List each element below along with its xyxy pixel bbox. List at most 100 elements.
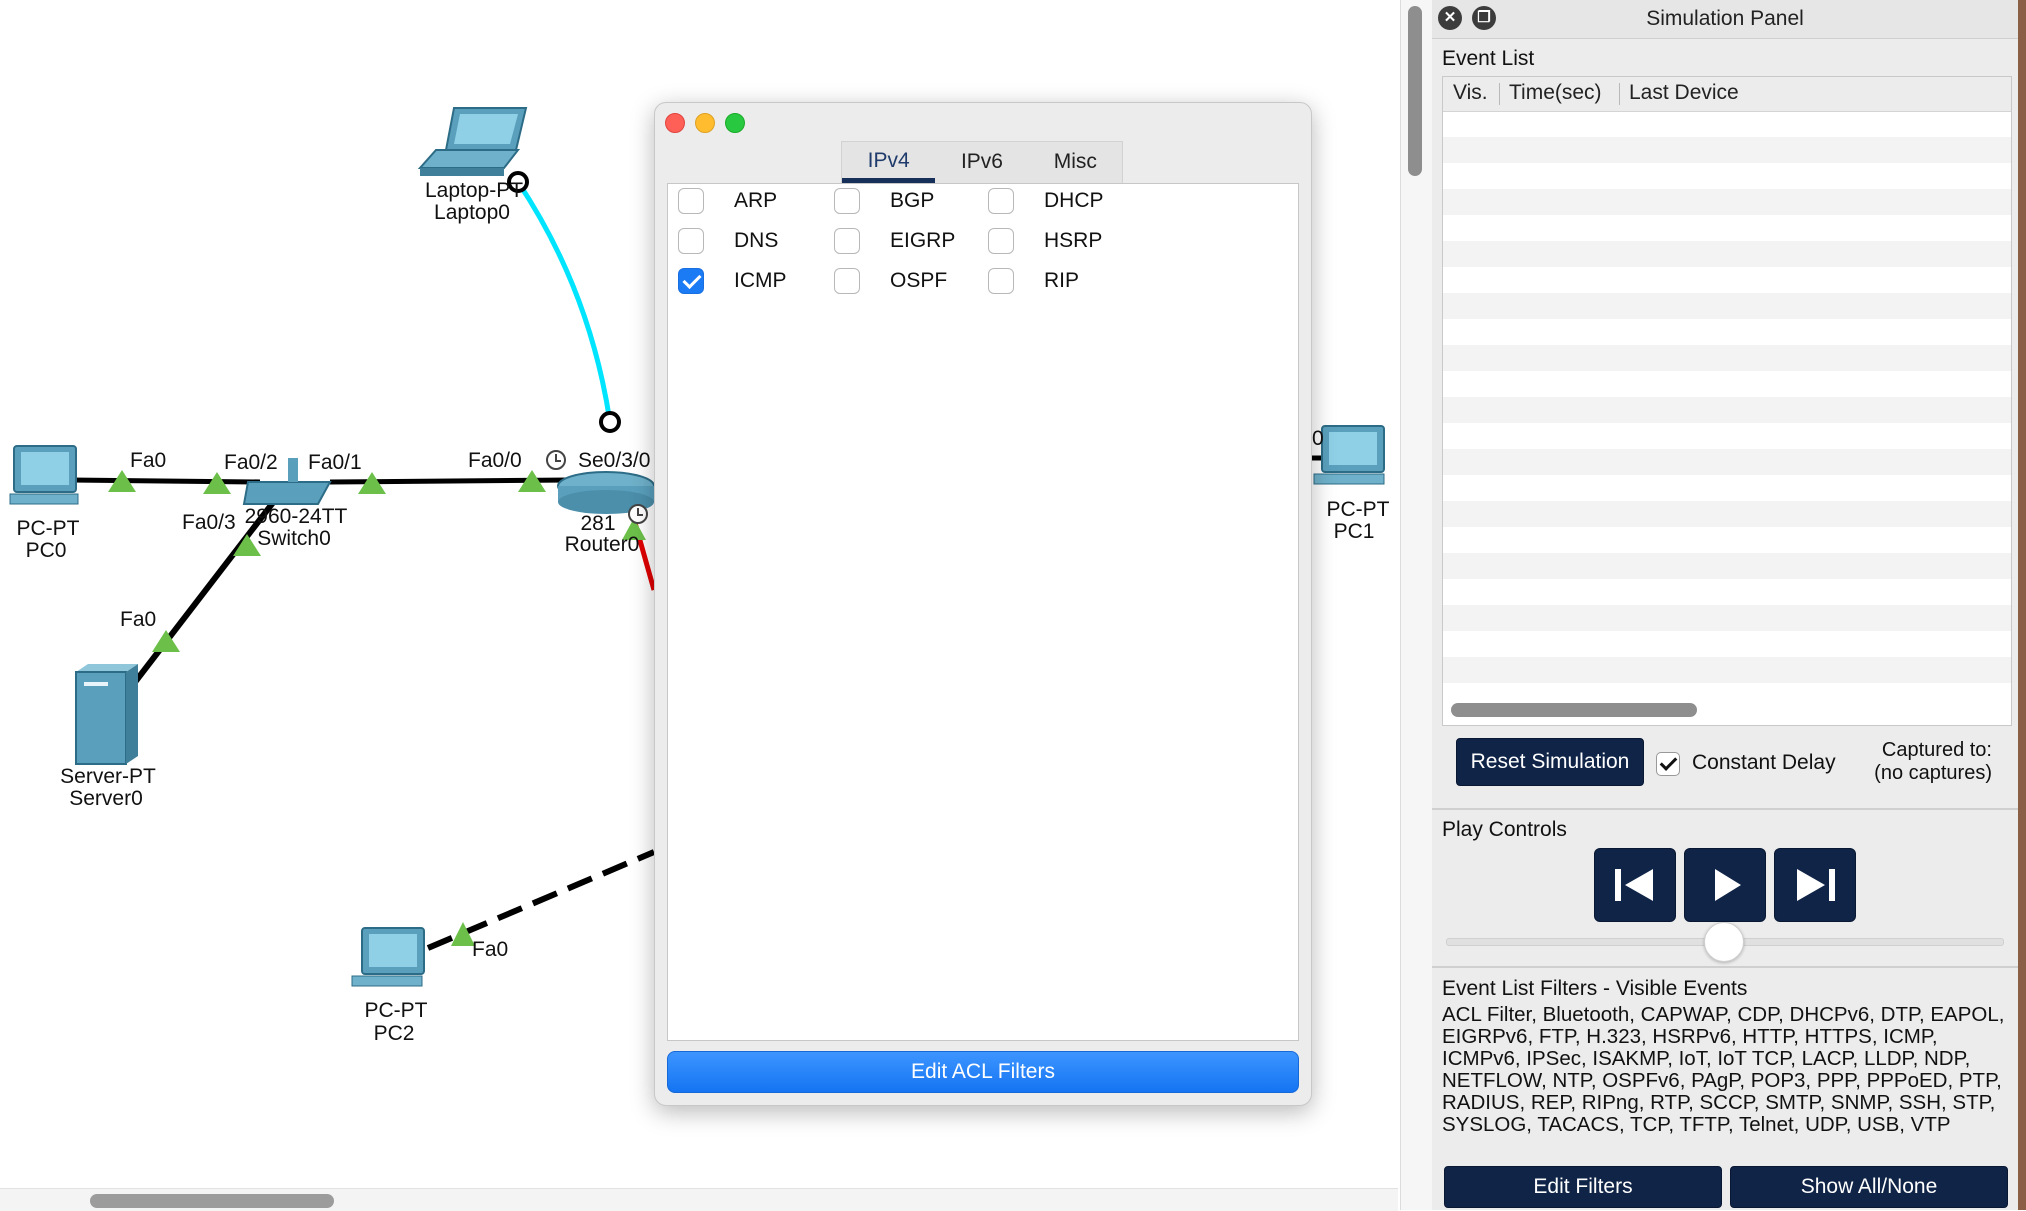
- event-filters-title: Event List Filters - Visible Events: [1442, 977, 1748, 1000]
- protocol-option-dhcp[interactable]: DHCP: [988, 188, 1104, 214]
- link-endpoint-icon: [599, 411, 621, 433]
- simulation-panel-title: Simulation Panel: [1646, 7, 1804, 30]
- rip-checkbox[interactable]: [988, 268, 1014, 294]
- server0-name: Server0: [69, 787, 143, 810]
- event-list-header: Vis. Time(sec) Last Device: [1443, 77, 2011, 112]
- window-minimize-button[interactable]: [695, 113, 715, 133]
- port-label: Fa0/3: [182, 511, 236, 534]
- play-speed-slider-knob[interactable]: [1704, 922, 1744, 962]
- section-divider: [1432, 808, 2018, 810]
- visible-events-list: ACL Filter, Bluetooth, CAPWAP, CDP, DHCP…: [1442, 1003, 2005, 1136]
- link-laptop-router-console[interactable]: [515, 180, 613, 423]
- port-label: Fa0/1: [308, 451, 362, 474]
- column-header-vis[interactable]: Vis.: [1453, 81, 1488, 105]
- arp-checkbox[interactable]: [678, 188, 704, 214]
- link-pc0-switch[interactable]: [69, 477, 261, 485]
- device-server0[interactable]: Server-PT Server0: [60, 664, 156, 810]
- empty-row: [1443, 553, 2011, 579]
- port-label: Fa0/2: [224, 451, 278, 474]
- ospf-checkbox[interactable]: [834, 268, 860, 294]
- event-list-scroll-thumb[interactable]: [1451, 703, 1697, 717]
- tab-ipv6[interactable]: IPv6: [935, 142, 1028, 184]
- device-pc2[interactable]: PC-PT PC2: [351, 927, 428, 1045]
- empty-row: [1443, 397, 2011, 423]
- protocol-option-bgp[interactable]: BGP: [834, 188, 934, 214]
- section-divider: [1432, 966, 2018, 968]
- device-laptop0[interactable]: Laptop-PT Laptop0: [417, 107, 529, 224]
- event-list-table[interactable]: Vis. Time(sec) Last Device: [1442, 76, 2012, 726]
- empty-row: [1443, 605, 2011, 631]
- protocol-checkbox-list: ARP BGP DHCP DNS EIGRP HSRP ICMP OSPF RI…: [667, 183, 1299, 1041]
- protocol-option-arp[interactable]: ARP: [678, 188, 777, 214]
- canvas-vertical-scrollbar[interactable]: [1400, 0, 1434, 1210]
- simulation-panel: ✕ ❐ Simulation Panel Event List Vis. Tim…: [1432, 0, 2018, 1210]
- protocol-filter-dialog: IPv4 IPv6 Misc ARP BGP DHCP DNS EIGRP HS…: [654, 102, 1312, 1106]
- clock-icon: [546, 450, 566, 470]
- empty-row: [1443, 241, 2011, 267]
- port-label: Fa0: [130, 449, 166, 472]
- empty-row: [1443, 657, 2011, 683]
- protocol-option-rip[interactable]: RIP: [988, 268, 1079, 294]
- window-close-button[interactable]: [665, 113, 685, 133]
- edit-acl-filters-button[interactable]: Edit ACL Filters: [667, 1051, 1299, 1093]
- window-maximize-button[interactable]: [725, 113, 745, 133]
- show-all-none-button[interactable]: Show All/None: [1730, 1166, 2008, 1208]
- step-forward-icon: [1797, 869, 1835, 901]
- simulation-panel-titlebar: ✕ ❐ Simulation Panel: [1432, 0, 2018, 39]
- column-divider: [1499, 83, 1500, 105]
- empty-row: [1443, 501, 2011, 527]
- play-icon: [1715, 869, 1741, 901]
- clock-icon: [628, 504, 648, 524]
- captured-label: Captured to:: [1881, 739, 1992, 761]
- tab-ipv4[interactable]: IPv4: [842, 142, 936, 184]
- pc2-model: PC-PT: [365, 999, 428, 1022]
- router0-name: Router0: [565, 533, 640, 556]
- device-pc1[interactable]: PC-PT PC1: [1313, 425, 1390, 543]
- captured-value: (no captures): [1874, 762, 1992, 784]
- protocol-label: DNS: [734, 229, 779, 252]
- captured-status: Captured to: (no captures): [1832, 739, 1992, 785]
- protocol-label: EIGRP: [890, 229, 956, 252]
- dhcp-checkbox[interactable]: [988, 188, 1014, 214]
- column-header-last-device[interactable]: Last Device: [1629, 81, 1739, 105]
- constant-delay-checkbox[interactable]: [1656, 752, 1680, 776]
- protocol-option-eigrp[interactable]: EIGRP: [834, 228, 955, 254]
- protocol-option-ospf[interactable]: OSPF: [834, 268, 947, 294]
- switch0-model: 2960-24TT: [245, 505, 348, 528]
- pc2-name: PC2: [374, 1022, 415, 1045]
- protocol-label: OSPF: [890, 269, 948, 292]
- constant-delay-label: Constant Delay: [1692, 751, 1836, 774]
- play-controls-title: Play Controls: [1442, 818, 1567, 841]
- router0-model: 281: [580, 512, 615, 535]
- step-forward-button[interactable]: [1774, 848, 1856, 922]
- dns-checkbox[interactable]: [678, 228, 704, 254]
- protocol-option-icmp[interactable]: ICMP: [678, 268, 787, 294]
- desktop-background-edge: [2018, 0, 2026, 1210]
- icmp-checkbox[interactable]: [678, 268, 704, 294]
- empty-row: [1443, 189, 2011, 215]
- device-pc0[interactable]: PC-PT PC0: [9, 445, 80, 562]
- canvas-horizontal-scroll-thumb[interactable]: [90, 1194, 334, 1208]
- device-router0[interactable]: 281 Router0: [546, 411, 655, 556]
- protocol-option-dns[interactable]: DNS: [678, 228, 778, 254]
- pc1-name: PC1: [1334, 520, 1375, 543]
- protocol-label: DHCP: [1044, 189, 1104, 212]
- hsrp-checkbox[interactable]: [988, 228, 1014, 254]
- pc1-model: PC-PT: [1327, 498, 1390, 521]
- protocol-tabs: IPv4 IPv6 Misc: [841, 141, 1123, 184]
- bgp-checkbox[interactable]: [834, 188, 860, 214]
- step-back-button[interactable]: [1594, 848, 1676, 922]
- reset-simulation-button[interactable]: Reset Simulation: [1456, 738, 1644, 786]
- eigrp-checkbox[interactable]: [834, 228, 860, 254]
- port-label: Se0/3/0: [578, 449, 650, 472]
- server0-model: Server-PT: [60, 765, 156, 788]
- play-button[interactable]: [1684, 848, 1766, 922]
- protocol-option-hsrp[interactable]: HSRP: [988, 228, 1102, 254]
- column-header-time[interactable]: Time(sec): [1509, 81, 1602, 105]
- switch0-name: Switch0: [257, 527, 331, 550]
- step-back-icon: [1615, 869, 1653, 901]
- tab-misc[interactable]: Misc: [1029, 142, 1122, 184]
- column-divider: [1619, 83, 1620, 105]
- canvas-vertical-scroll-thumb[interactable]: [1408, 6, 1422, 176]
- edit-filters-button[interactable]: Edit Filters: [1444, 1166, 1722, 1208]
